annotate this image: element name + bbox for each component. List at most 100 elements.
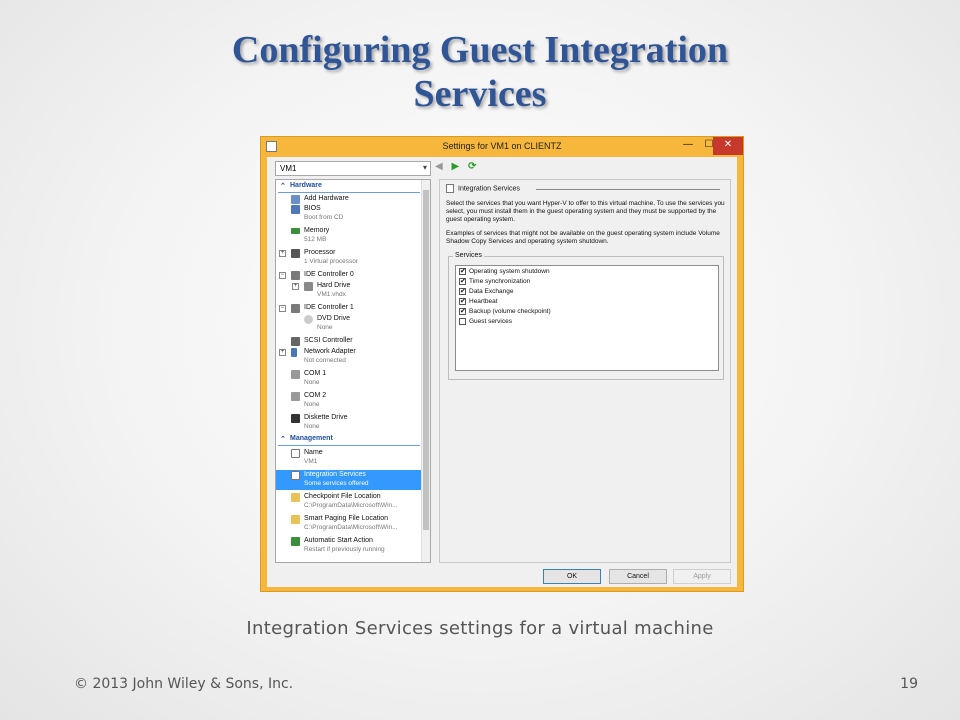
com-port-icon — [291, 392, 300, 401]
management-section-label: Management — [290, 435, 333, 442]
checkbox-checked[interactable]: ✔ — [459, 308, 466, 315]
tree-item-label: IDE Controller 0 — [304, 271, 354, 278]
tree-item-label: Network Adapter — [304, 348, 356, 355]
integration-services-panel: Integration Services Select the services… — [439, 179, 731, 563]
service-data-exchange[interactable]: ✔ Data Exchange — [459, 288, 513, 298]
checkbox-unchecked[interactable] — [459, 318, 466, 325]
tree-item-label: IDE Controller 1 — [304, 304, 354, 311]
vm-selector[interactable]: VM1 ▾ — [275, 161, 431, 176]
expand-plus-icon[interactable]: + — [279, 349, 286, 356]
chevron-down-icon: ▾ — [422, 163, 427, 172]
tree-item-sub: None — [304, 379, 320, 386]
name-tag-icon — [291, 449, 300, 458]
service-label: Data Exchange — [469, 288, 514, 296]
add-hardware-icon — [291, 195, 300, 204]
tree-item-diskette-drive[interactable]: Diskette Drive None — [276, 413, 422, 433]
tree-item-memory[interactable]: Memory 512 MB — [276, 226, 422, 246]
refresh-icon[interactable]: ⟳ — [468, 161, 476, 172]
tree-item-sub: 512 MB — [304, 236, 327, 243]
tree-item-label: COM 2 — [304, 392, 327, 399]
tree-item-label: COM 1 — [304, 370, 327, 377]
tree-item-name[interactable]: Name VM1 — [276, 448, 422, 468]
tree-item-label: Memory — [304, 227, 330, 234]
panel-header-rule — [536, 189, 720, 190]
close-button[interactable]: ✕ — [713, 137, 743, 155]
copyright-notice: © 2013 John Wiley & Sons, Inc. — [74, 676, 294, 692]
tree-item-sub: Boot from CD — [304, 214, 344, 221]
ide-controller-icon — [291, 304, 300, 313]
tree-item-sub: Some services offered — [304, 480, 369, 487]
tree-scrollbar-thumb[interactable] — [423, 190, 429, 530]
service-backup[interactable]: ✔ Backup (volume checkpoint) — [459, 308, 551, 318]
tree-item-checkpoint-location[interactable]: Checkpoint File Location C:\ProgramData\… — [276, 492, 422, 512]
collapse-minus-icon[interactable]: − — [279, 272, 286, 279]
expand-plus-icon[interactable]: + — [279, 250, 286, 257]
tree-item-sub: VM1 — [304, 458, 318, 465]
settings-window: Settings for VM1 on CLIENTZ — ☐ ✕ VM1 ▾ … — [260, 136, 744, 592]
tree-item-label: Diskette Drive — [304, 414, 348, 421]
tree-item-automatic-start[interactable]: Automatic Start Action Restart if previo… — [276, 536, 422, 556]
network-adapter-icon — [291, 348, 297, 357]
tree-item-label: DVD Drive — [317, 315, 351, 322]
tree-item-label: Smart Paging File Location — [304, 515, 389, 522]
service-label: Heartbeat — [469, 298, 498, 306]
checkbox-checked[interactable]: ✔ — [459, 268, 466, 275]
tree-item-label: Automatic Start Action — [304, 537, 373, 544]
collapse-chevron-icon: ⌃ — [280, 436, 286, 443]
service-guest-services[interactable]: Guest services — [459, 318, 512, 328]
folder-icon — [291, 515, 300, 524]
nav-buttons: ◀ ▶ ⟳ — [435, 161, 482, 172]
checkbox-checked[interactable]: ✔ — [459, 298, 466, 305]
com-port-icon — [291, 370, 300, 379]
tree-item-sub: VM1.vhdx — [317, 291, 346, 298]
memory-icon — [291, 228, 300, 234]
slide-title: Configuring Guest Integration Services — [130, 28, 830, 116]
service-label: Time synchronization — [469, 278, 531, 286]
minimize-button[interactable]: — — [677, 137, 699, 155]
diskette-icon — [291, 414, 300, 423]
service-os-shutdown[interactable]: ✔ Operating system shutdown — [459, 268, 550, 278]
tree-item-sub: C:\ProgramData\Microsoft\Win... — [304, 502, 398, 509]
panel-description: Select the services that you want Hyper-… — [446, 200, 725, 223]
checkbox-checked[interactable]: ✔ — [459, 288, 466, 295]
tree-item-dvd-drive[interactable]: DVD Drive None — [276, 314, 422, 334]
tree-item-com2[interactable]: COM 2 None — [276, 391, 422, 411]
ide-controller-icon — [291, 271, 300, 280]
vm-selector-value: VM1 — [280, 164, 297, 173]
tree-item-label: Processor — [304, 249, 336, 256]
folder-icon — [291, 493, 300, 502]
window-titlebar: Settings for VM1 on CLIENTZ — ☐ ✕ — [261, 137, 743, 157]
ok-button[interactable]: OK — [543, 569, 601, 584]
checkbox-checked[interactable]: ✔ — [459, 278, 466, 285]
tree-item-com1[interactable]: COM 1 None — [276, 369, 422, 389]
management-section-header[interactable]: ⌃ Management — [278, 435, 420, 446]
hardware-section-header[interactable]: ⌃ Hardware — [278, 182, 420, 193]
collapse-chevron-icon: ⌃ — [280, 183, 286, 190]
tree-item-network-adapter[interactable]: + Network Adapter Not connected — [276, 347, 422, 367]
apply-button[interactable]: Apply — [673, 569, 731, 584]
service-heartbeat[interactable]: ✔ Heartbeat — [459, 298, 498, 308]
settings-tree: ⌃ Hardware Add Hardware BIOS Boot from C… — [275, 179, 431, 563]
tree-item-bios[interactable]: BIOS Boot from CD — [276, 204, 422, 224]
tree-item-sub: Not connected — [304, 357, 346, 364]
service-time-sync[interactable]: ✔ Time synchronization — [459, 278, 530, 288]
tree-item-processor[interactable]: + Processor 1 Virtual processor — [276, 248, 422, 268]
dvd-drive-icon — [304, 315, 313, 324]
tree-item-sub: C:\ProgramData\Microsoft\Win... — [304, 524, 398, 531]
forward-arrow-icon[interactable]: ▶ — [451, 161, 459, 172]
tree-item-integration-services[interactable]: Integration Services Some services offer… — [276, 470, 422, 490]
panel-header: Integration Services — [446, 184, 520, 193]
cancel-button[interactable]: Cancel — [609, 569, 667, 584]
services-legend: Services — [453, 252, 484, 259]
tree-scrollbar[interactable] — [421, 180, 430, 562]
processor-icon — [291, 249, 300, 258]
collapse-minus-icon[interactable]: − — [279, 305, 286, 312]
panel-examples: Examples of services that might not be a… — [446, 230, 720, 245]
tree-item-hard-drive[interactable]: + Hard Drive VM1.vhdx — [276, 281, 422, 301]
tree-item-label: Hard Drive — [317, 282, 351, 289]
tree-item-label: Checkpoint File Location — [304, 493, 381, 500]
back-arrow-icon[interactable]: ◀ — [435, 161, 443, 172]
slide-caption: Integration Services settings for a virt… — [246, 618, 714, 639]
tree-item-smart-paging-location[interactable]: Smart Paging File Location C:\ProgramDat… — [276, 514, 422, 534]
expand-plus-icon[interactable]: + — [292, 283, 299, 290]
